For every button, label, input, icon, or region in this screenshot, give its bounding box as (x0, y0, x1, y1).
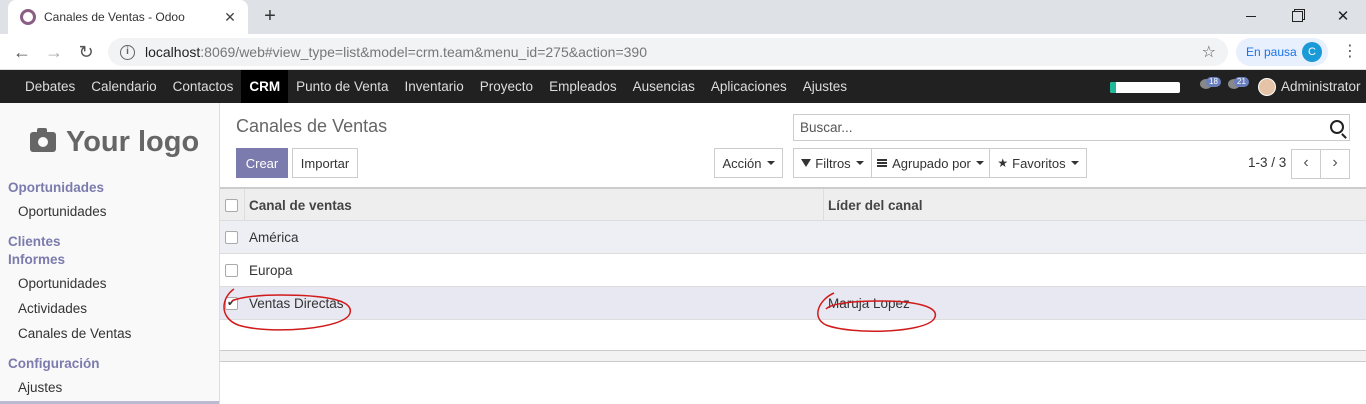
caret-down-icon (766, 161, 775, 165)
user-menu[interactable]: Administrator (1258, 70, 1361, 103)
cell-lider: Maruja Lopez (828, 296, 910, 311)
activities-icon[interactable]: 18 (1200, 77, 1221, 93)
search-icon[interactable] (1330, 120, 1344, 134)
search-box (793, 114, 1350, 141)
column-header-lider[interactable]: Líder del canal (828, 189, 923, 222)
table-row[interactable]: Europa (220, 254, 1366, 287)
caret-down-icon (1070, 161, 1079, 165)
browser-tabstrip: Canales de Ventas - Odoo ✕ + ✕ (0, 0, 1366, 34)
onboarding-progress-bar[interactable] (1110, 82, 1180, 93)
app-menu-item-inventario[interactable]: Inventario (396, 70, 471, 103)
minimize-icon[interactable] (1228, 0, 1274, 32)
app-menu-item-debates[interactable]: Debates (17, 70, 83, 103)
sidebar-item-report-oportunidades[interactable]: Oportunidades (18, 276, 107, 291)
logo-text: Your logo (66, 125, 200, 158)
bookmark-star-icon[interactable]: ☆ (1202, 42, 1216, 62)
url-text: localhost:8069/web#view_type=list&model=… (145, 44, 647, 60)
browser-tab[interactable]: Canales de Ventas - Odoo ✕ (8, 0, 248, 34)
favorites-label: Favoritos (1012, 155, 1066, 171)
sidebar-item-ajustes[interactable]: Ajustes (18, 380, 62, 395)
odoo-favicon-icon (20, 9, 36, 25)
sidebar-section-oportunidades[interactable]: Oportunidades (8, 180, 104, 195)
import-button[interactable]: Importar (292, 148, 358, 178)
groupby-dropdown[interactable]: Agrupado por (871, 148, 990, 178)
list-view-table: Canal de ventas Líder del canal América … (220, 188, 1366, 320)
app-menu-item-ajustes[interactable]: Ajustes (795, 70, 855, 103)
profile-avatar: C (1302, 42, 1322, 62)
row-checkbox[interactable] (225, 264, 238, 277)
pager-previous-icon[interactable]: ‹ (1291, 149, 1321, 179)
table-row[interactable]: Ventas Directas Maruja Lopez (220, 287, 1366, 320)
table-header-row: Canal de ventas Líder del canal (220, 188, 1366, 221)
pager-next-icon[interactable]: › (1320, 149, 1350, 179)
main-content: Canales de Ventas Crear Importar Acción … (220, 103, 1366, 404)
action-label: Acción (722, 155, 762, 171)
site-info-icon[interactable]: i (120, 44, 135, 60)
column-header-canal[interactable]: Canal de ventas (249, 189, 352, 222)
new-tab-icon[interactable]: + (258, 5, 282, 29)
back-icon[interactable]: ← (10, 40, 34, 64)
cell-canal: Europa (249, 263, 293, 278)
filters-dropdown[interactable]: Filtros (793, 148, 872, 178)
sync-paused-chip[interactable]: En pausa C (1236, 38, 1328, 66)
close-tab-icon[interactable]: ✕ (222, 9, 238, 26)
restore-icon[interactable] (1274, 0, 1320, 32)
message-counter: 21 (1234, 77, 1249, 87)
browser-menu-icon[interactable]: ⋮ (1342, 40, 1358, 64)
app-menu-item-contactos[interactable]: Contactos (165, 70, 242, 103)
sidebar: Your logo Oportunidades Oportunidades Cl… (0, 103, 220, 404)
forward-icon[interactable]: → (42, 40, 66, 64)
row-checkbox[interactable] (225, 296, 238, 310)
row-checkbox[interactable] (225, 231, 238, 244)
cell-canal: Ventas Directas (249, 296, 344, 311)
app-menu-list: Debates Calendario Contactos CRM Punto de Ve… (17, 70, 855, 103)
app-menu-item-calendario[interactable]: Calendario (83, 70, 164, 103)
search-input[interactable] (794, 115, 1349, 140)
activity-counter: 18 (1206, 77, 1221, 87)
app-menu-item-proyecto[interactable]: Proyecto (472, 70, 541, 103)
filter-icon (801, 159, 812, 167)
browser-toolbar: ← → ↻ i localhost:8069/web#view_type=lis… (0, 34, 1366, 70)
table-footer-row (220, 350, 1366, 362)
camera-icon (30, 128, 56, 152)
tab-title: Canales de Ventas - Odoo (44, 10, 185, 24)
address-bar[interactable]: i localhost:8069/web#view_type=list&mode… (108, 38, 1228, 66)
sidebar-item-canales-de-ventas[interactable]: Canales de Ventas (18, 326, 131, 341)
company-logo[interactable]: Your logo (30, 117, 199, 167)
sidebar-section-clientes[interactable]: Clientes (8, 234, 61, 249)
page-title: Canales de Ventas (236, 116, 388, 136)
reload-icon[interactable]: ↻ (74, 40, 98, 64)
pause-label: En pausa (1246, 45, 1297, 59)
app-menu-item-empleados[interactable]: Empleados (541, 70, 625, 103)
user-name: Administrator (1281, 79, 1361, 94)
caret-down-icon (855, 161, 864, 165)
app-menu-item-crm[interactable]: CRM (241, 70, 289, 103)
sidebar-section-configuracion[interactable]: Configuración (8, 356, 100, 371)
action-dropdown[interactable]: Acción (714, 148, 783, 178)
window-controls: ✕ (1228, 0, 1366, 32)
pager-value[interactable]: 1-3 / 3 (1248, 155, 1286, 170)
messages-icon[interactable]: 21 (1228, 77, 1249, 93)
table-row[interactable]: América (220, 221, 1366, 254)
caret-down-icon (975, 161, 984, 165)
cell-canal: América (249, 230, 299, 245)
odoo-main-menu: Debates Calendario Contactos CRM Punto de Ve… (0, 70, 1366, 103)
filters-label: Filtros (815, 155, 851, 171)
control-panel: Canales de Ventas Crear Importar Acción … (220, 103, 1366, 188)
sidebar-item-oportunidades[interactable]: Oportunidades (18, 204, 107, 219)
user-avatar (1258, 77, 1276, 96)
progress-fill (1110, 82, 1116, 93)
sidebar-section-informes[interactable]: Informes (8, 252, 65, 267)
app-menu-item-aplicaciones[interactable]: Aplicaciones (703, 70, 795, 103)
app-menu-item-punto-de-venta[interactable]: Punto de Venta (288, 70, 396, 103)
groupby-label: Agrupado por (892, 155, 971, 171)
star-icon: ★ (997, 156, 1009, 170)
app-menu-item-ausencias[interactable]: Ausencias (625, 70, 703, 103)
close-window-icon[interactable]: ✕ (1320, 0, 1366, 32)
favorites-dropdown[interactable]: ★ Favoritos (989, 148, 1087, 178)
bars-icon (877, 159, 888, 167)
create-button[interactable]: Crear (236, 148, 288, 178)
sidebar-item-actividades[interactable]: Actividades (18, 301, 87, 316)
select-all-checkbox[interactable] (225, 199, 238, 212)
